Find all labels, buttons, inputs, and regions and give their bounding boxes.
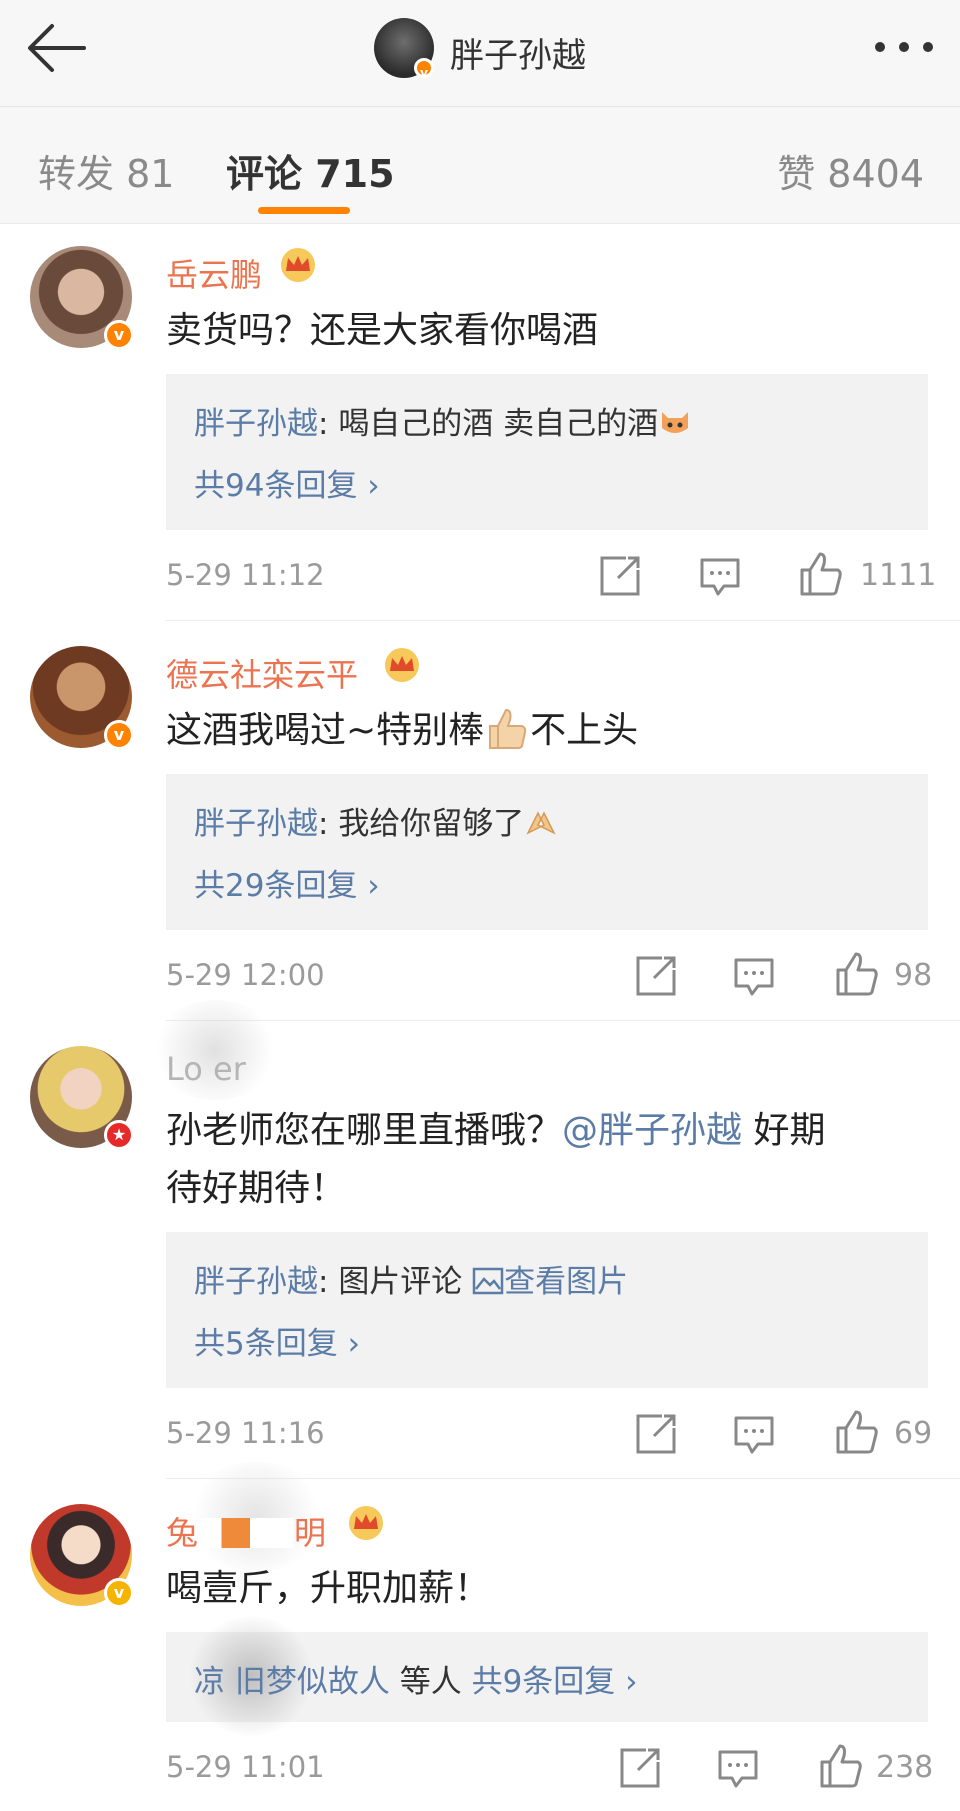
reply-count-link[interactable]: 共9条回复 ›: [472, 1664, 638, 1700]
back-button[interactable]: [22, 18, 98, 78]
more-dots-icon: [875, 42, 933, 52]
comment-time: 5-29 12:00: [166, 958, 325, 992]
reply-count-link[interactable]: 共94条回复 ›: [194, 460, 380, 505]
like-count: 1111: [860, 558, 937, 593]
username[interactable]: 德云社栾云平: [166, 650, 358, 696]
verified-badge-icon: v: [104, 720, 134, 750]
reply-line: 胖子孙越: 喝自己的酒 卖自己的酒: [194, 398, 692, 443]
verified-badge-icon: v: [104, 320, 134, 350]
arrow-left-icon: [28, 24, 86, 72]
reply-preview[interactable]: 凉 旧梦似故人 等人 共9条回复 ›: [166, 1616, 928, 1736]
reply-username[interactable]: 胖子孙越: [194, 406, 318, 442]
reply-text: 图片评论: [338, 1264, 473, 1300]
username[interactable]: 岳云鹏: [166, 250, 262, 296]
blurred-name-segment: [198, 1518, 251, 1548]
avatar[interactable]: v: [374, 18, 434, 80]
reply-count-link[interactable]: 共5条回复 ›: [194, 1318, 360, 1363]
blurred-name-segment: [250, 1518, 295, 1548]
verified-badge-icon: ★: [104, 1120, 134, 1150]
view-image-link[interactable]: 查看图片: [504, 1264, 628, 1300]
share-icon[interactable]: [616, 1744, 664, 1792]
share-icon[interactable]: [596, 552, 644, 600]
crown-icon: [385, 648, 419, 682]
reply-username[interactable]: 胖子孙越: [194, 806, 318, 842]
divider: [166, 620, 960, 621]
tab-likes[interactable]: 赞 8404: [777, 143, 924, 198]
avatar[interactable]: v: [30, 1504, 134, 1608]
tab-comments[interactable]: 评论 715: [226, 143, 395, 198]
comment-text: 卖货吗？还是大家看你喝酒: [166, 310, 599, 351]
avatar[interactable]: v: [30, 246, 134, 350]
reply-count-link[interactable]: 共29条回复 ›: [194, 860, 380, 905]
verified-badge-icon: v: [104, 1578, 134, 1608]
comment-text: 孙老师您在哪里直播哦？@胖子孙越 好期 待好期待！: [166, 1110, 826, 1209]
reply-line: 胖子孙越: 图片评论 查看图片: [194, 1264, 629, 1300]
top-bar: v 胖子孙越: [0, 0, 960, 107]
reply-username[interactable]: 胖子孙越: [194, 1264, 318, 1300]
comment-icon[interactable]: [730, 1410, 778, 1458]
avatar[interactable]: ★: [30, 1046, 134, 1150]
comment-icon[interactable]: [730, 952, 778, 1000]
comment-icon[interactable]: [696, 552, 744, 600]
image-icon: [472, 1267, 504, 1295]
reply-preview[interactable]: 胖子孙越: 图片评论 查看图片 共5条回复 ›: [166, 1232, 928, 1388]
username[interactable]: Lo er: [166, 1050, 246, 1088]
reply-text: 喝自己的酒 卖自己的酒: [338, 406, 659, 442]
reply-preview[interactable]: 胖子孙越: 我给你留够了 共29条回复 ›: [166, 774, 928, 930]
reply-line: 凉 旧梦似故人 等人 共9条回复 ›: [194, 1664, 638, 1700]
reply-username[interactable]: 凉 旧梦似故人: [194, 1664, 390, 1700]
comment-time: 5-29 11:16: [166, 1416, 325, 1450]
like-count: 69: [894, 1416, 933, 1451]
verified-badge-icon: v: [414, 58, 434, 80]
like-icon[interactable]: [796, 550, 844, 598]
avatar[interactable]: v: [30, 646, 134, 750]
more-button[interactable]: [868, 22, 940, 72]
active-tab-indicator: [258, 207, 350, 214]
share-icon[interactable]: [632, 952, 680, 1000]
praying-hands-emoji-icon: [526, 811, 556, 835]
like-icon[interactable]: [816, 1742, 864, 1790]
reply-line: 胖子孙越: 我给你留够了: [194, 798, 558, 843]
like-icon[interactable]: [832, 950, 880, 998]
like-count: 238: [876, 1750, 934, 1785]
reply-text: 我给你留够了: [338, 806, 525, 842]
crown-icon: [281, 248, 315, 282]
comment-text: 喝壹斤，升职加薪！: [166, 1568, 491, 1609]
divider: [166, 1020, 960, 1021]
like-count: 98: [894, 958, 933, 993]
tab-bar: 转发 81 评论 715 赞 8404: [0, 107, 960, 224]
crown-icon: [349, 1506, 383, 1540]
share-icon[interactable]: [632, 1410, 680, 1458]
page-title: 胖子孙越: [450, 36, 586, 76]
username[interactable]: 兔明: [166, 1508, 326, 1554]
comment-text: 这酒我喝过~特别棒 不上头: [166, 702, 926, 760]
comment-time: 5-29 11:12: [166, 558, 325, 592]
like-icon[interactable]: [832, 1408, 880, 1456]
tab-reposts[interactable]: 转发 81: [38, 143, 174, 198]
reply-preview[interactable]: 胖子孙越: 喝自己的酒 卖自己的酒 共94条回复 ›: [166, 374, 928, 530]
comment-time: 5-29 11:01: [166, 1750, 325, 1784]
cat-emoji-icon: [662, 412, 689, 433]
mention-link[interactable]: @胖子孙越: [562, 1110, 742, 1151]
comment-icon[interactable]: [714, 1744, 762, 1792]
thumbs-up-emoji-icon: [489, 708, 527, 749]
